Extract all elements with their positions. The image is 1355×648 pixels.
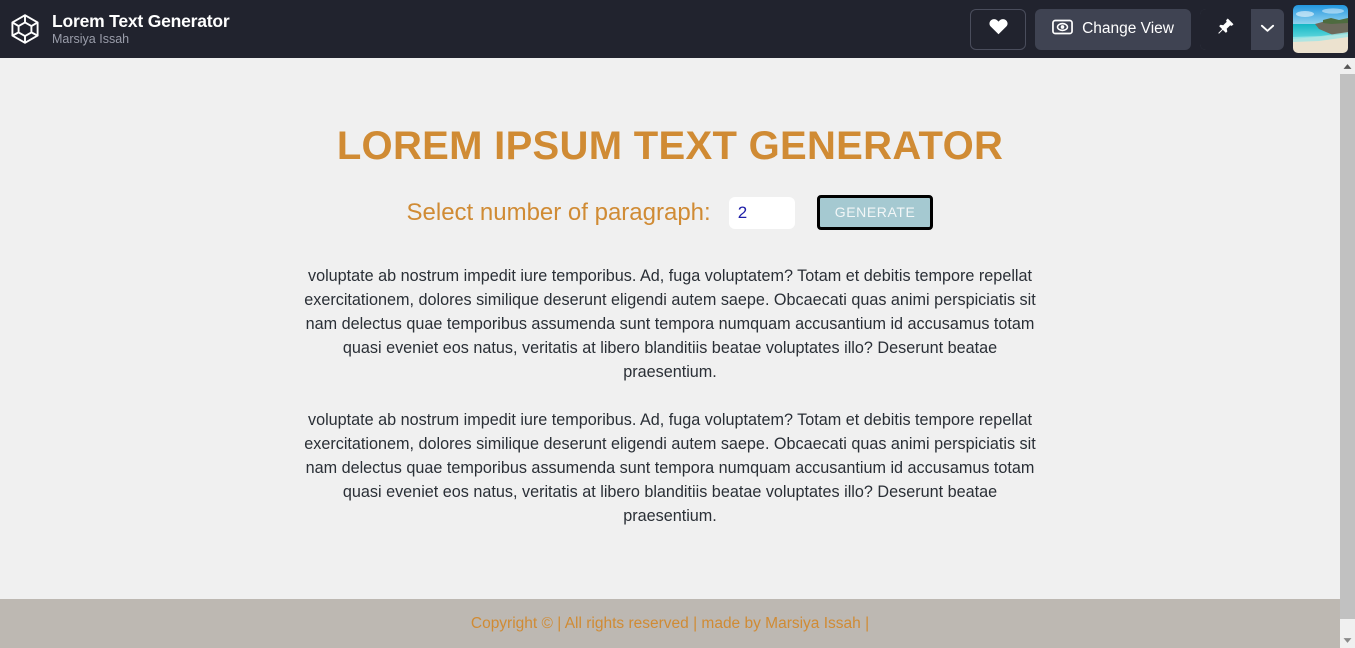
generate-button[interactable]: GENERATE [817,195,934,230]
page-title: LOREM IPSUM TEXT GENERATOR [0,58,1340,169]
pin-button[interactable] [1200,9,1251,50]
eye-in-frame-icon [1052,19,1073,40]
app-title: Lorem Text Generator [52,12,230,30]
scrollbar-track[interactable] [1340,74,1355,632]
scrollbar-thumb[interactable] [1340,74,1355,619]
brand-text-block: Lorem Text Generator Marsiya Issah [52,12,230,47]
footer-copyright-text: Copyright © | All rights reserved | made… [471,615,869,633]
pin-icon [1216,17,1235,41]
chevron-down-icon [1260,20,1275,38]
pin-dropdown-button[interactable] [1251,9,1284,50]
generator-controls: Select number of paragraph: GENERATE [0,195,1340,230]
favorite-button[interactable] [970,9,1026,50]
page-content: LOREM IPSUM TEXT GENERATOR Select number… [0,58,1340,648]
brand-block: Lorem Text Generator Marsiya Issah [6,12,230,47]
app-author: Marsiya Issah [52,33,230,46]
scroll-down-arrow-icon[interactable] [1340,632,1355,648]
pin-dropdown-group [1200,9,1284,50]
paragraph-count-label: Select number of paragraph: [407,199,711,227]
top-app-bar: Lorem Text Generator Marsiya Issah [0,0,1355,58]
vertical-scrollbar[interactable] [1340,58,1355,648]
beach-photo-thumbnail[interactable] [1293,5,1348,53]
paragraph-item: voluptate ab nostrum impedit iure tempor… [300,264,1040,384]
page-footer: Copyright © | All rights reserved | made… [0,599,1340,648]
topbar-actions: Change View [970,5,1355,53]
cube-outline-icon [8,12,42,46]
change-view-button[interactable]: Change View [1035,9,1191,50]
paragraph-item: voluptate ab nostrum impedit iure tempor… [300,408,1040,528]
paragraph-count-input[interactable] [729,197,795,229]
change-view-label: Change View [1082,20,1174,38]
scroll-up-arrow-icon[interactable] [1340,58,1355,74]
app-window: Lorem Text Generator Marsiya Issah [0,0,1355,648]
generated-paragraphs: voluptate ab nostrum impedit iure tempor… [300,264,1040,528]
heart-icon [989,18,1008,40]
